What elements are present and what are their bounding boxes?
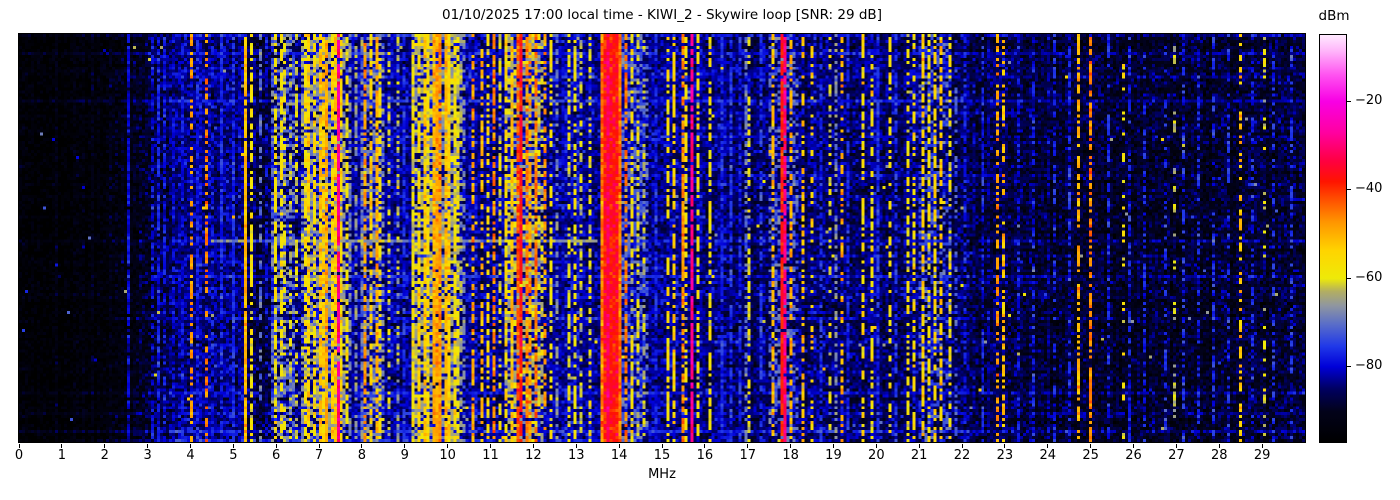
x-tick-label: 26 bbox=[1125, 448, 1142, 463]
x-tick-label: 19 bbox=[825, 448, 842, 463]
x-tick-label: 28 bbox=[1210, 448, 1228, 463]
colorbar-tick-mark bbox=[1347, 366, 1351, 368]
x-tick-label: 17 bbox=[739, 448, 756, 463]
plot-title: 01/10/2025 17:00 local time - KIWI_2 - S… bbox=[442, 7, 882, 23]
x-tick-label: 9 bbox=[400, 448, 409, 463]
colorbar-unit-label: dBm bbox=[1318, 8, 1350, 24]
colorbar-tick-label: −40 bbox=[1355, 181, 1383, 197]
x-tick-label: 0 bbox=[14, 448, 24, 463]
x-tick-label: 2 bbox=[100, 448, 109, 463]
x-axis-label: MHz bbox=[648, 467, 676, 482]
colorbar-tick-mark bbox=[1347, 189, 1351, 191]
x-tick-label: 25 bbox=[1082, 448, 1099, 463]
x-tick-label: 29 bbox=[1253, 448, 1271, 463]
x-tick-label: 6 bbox=[272, 448, 281, 463]
x-tick-label: 24 bbox=[1039, 448, 1057, 463]
colorbar-tick-mark bbox=[1347, 277, 1351, 279]
x-tick-label: 8 bbox=[357, 448, 367, 463]
x-tick-label: 14 bbox=[610, 448, 628, 463]
x-tick-label: 3 bbox=[143, 448, 152, 463]
x-tick-label: 13 bbox=[567, 448, 585, 463]
x-tick-label: 7 bbox=[314, 448, 324, 463]
x-tick-label: 1 bbox=[57, 448, 66, 463]
x-tick-label: 16 bbox=[696, 448, 714, 463]
colorbar-tick-label: −60 bbox=[1355, 269, 1383, 285]
x-tick-label: 12 bbox=[525, 448, 542, 463]
x-tick-label: 22 bbox=[953, 448, 971, 463]
colorbar-tick-label: −80 bbox=[1355, 358, 1383, 374]
colorbar-tick-mark bbox=[1347, 100, 1351, 102]
x-tick-label: 23 bbox=[996, 448, 1014, 463]
colorbar-tick-label: −20 bbox=[1355, 92, 1383, 108]
plot-area bbox=[18, 33, 1306, 443]
x-tick-label: 20 bbox=[868, 448, 885, 463]
x-tick-label: 11 bbox=[482, 448, 499, 463]
x-tick-label: 5 bbox=[229, 448, 238, 463]
colorbar bbox=[1319, 34, 1347, 443]
x-tick-label: 18 bbox=[782, 448, 799, 463]
spectrogram-canvas bbox=[19, 34, 1305, 442]
x-tick-label: 10 bbox=[439, 448, 456, 463]
x-tick-label: 21 bbox=[910, 448, 928, 463]
x-tick-label: 15 bbox=[653, 448, 671, 463]
spectrogram-figure: 01/10/2025 17:00 local time - KIWI_2 - S… bbox=[0, 0, 1400, 500]
x-tick-label: 27 bbox=[1168, 448, 1185, 463]
x-tick-label: 4 bbox=[186, 448, 195, 463]
